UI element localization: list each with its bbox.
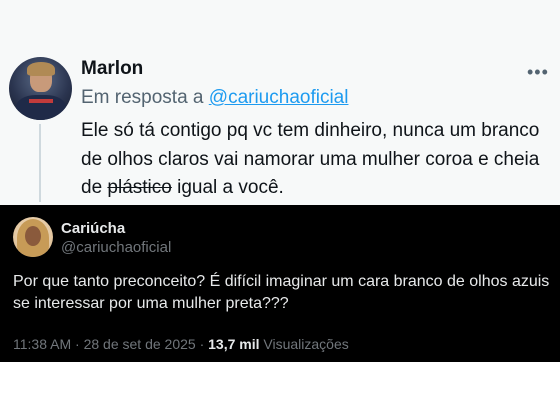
author-name[interactable]: Marlon [81,58,143,80]
tweet-text-part: igual a você. [171,177,284,198]
views-count: 13,7 mil [208,336,260,352]
more-horizontal-icon[interactable]: ••• [527,62,549,83]
reply-mention-link[interactable]: @cariuchaoficial [209,87,349,108]
avatar-face [25,226,41,246]
author-name[interactable]: Cariúcha [61,220,125,237]
views-label[interactable]: Visualizações [263,336,348,352]
main-tweet-card: Cariúcha @cariuchaoficial Por que tanto … [0,205,560,362]
tweet-date[interactable]: 28 de set de 2025 [84,336,196,352]
meta-separator: · [199,336,205,352]
tweet-text: Ele só tá contigo pq vc tem dinheiro, nu… [81,117,551,203]
thread-line [39,124,41,202]
tweet-metadata: 11:38 AM · 28 de set de 2025 · 13,7 mil … [13,336,349,352]
avatar-shirt-stripe [29,99,53,103]
avatar[interactable] [9,57,72,120]
meta-separator: · [75,336,80,352]
reply-tweet-card: Marlon ••• Em resposta a @cariuchaoficia… [0,0,560,205]
avatar[interactable] [13,217,53,257]
author-handle[interactable]: @cariuchaoficial [61,239,171,256]
tweet-time[interactable]: 11:38 AM [13,336,71,352]
struck-word: plástico [107,177,172,198]
tweet-text: Por que tanto preconceito? É difícil ima… [13,273,550,312]
avatar-hair [27,62,55,76]
reply-context: Em resposta a @cariuchaoficial [81,87,348,109]
reply-prefix: Em resposta a [81,87,209,108]
